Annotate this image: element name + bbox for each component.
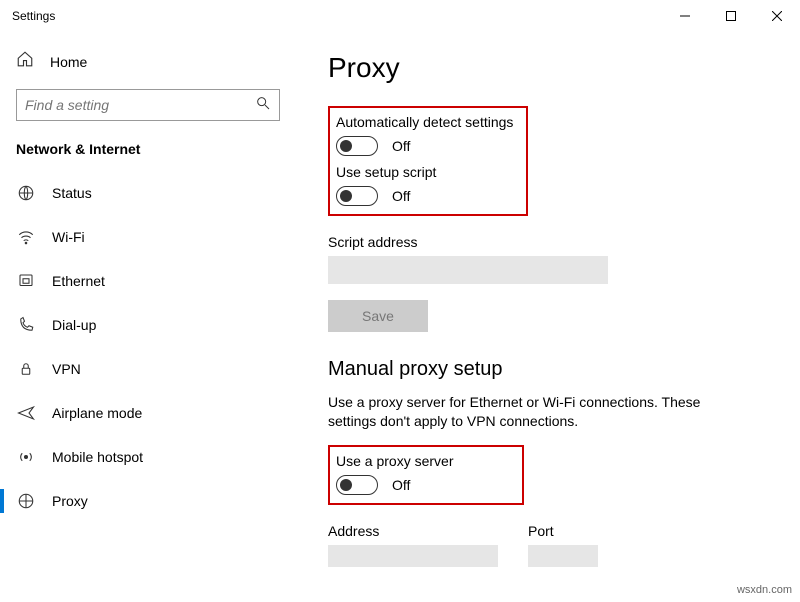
sidebar-item-label: Status [52,185,92,201]
vpn-icon [16,360,36,378]
port-label: Port [528,523,598,539]
auto-proxy-highlight: Automatically detect settings Off Use se… [328,106,528,216]
auto-detect-state: Off [392,138,410,154]
sidebar-item-label: Proxy [52,493,88,509]
watermark: wsxdn.com [737,584,792,596]
auto-detect-toggle[interactable] [336,136,378,156]
titlebar: Settings [0,0,800,32]
phone-icon [16,316,36,334]
category-header: Network & Internet [0,133,300,171]
window-title: Settings [12,9,662,23]
ethernet-icon [16,272,36,290]
setup-script-state: Off [392,188,410,204]
setup-script-label: Use setup script [336,164,516,180]
sidebar-item-dialup[interactable]: Dial-up [0,303,300,347]
manual-section-desc: Use a proxy server for Ethernet or Wi-Fi… [328,393,748,431]
use-proxy-state: Off [392,477,410,493]
home-label: Home [50,54,87,70]
sidebar-item-label: Wi-Fi [52,229,85,245]
use-proxy-label: Use a proxy server [336,453,512,469]
use-proxy-toggle[interactable] [336,475,378,495]
auto-detect-label: Automatically detect settings [336,114,516,130]
manual-proxy-highlight: Use a proxy server Off [328,445,524,505]
script-address-label: Script address [328,234,772,250]
hotspot-icon [16,448,36,466]
minimize-button[interactable] [662,0,708,32]
setup-script-toggle[interactable] [336,186,378,206]
home-icon [16,50,34,73]
save-button[interactable]: Save [328,300,428,332]
script-address-input[interactable] [328,256,608,284]
sidebar-item-airplane[interactable]: Airplane mode [0,391,300,435]
proxy-icon [16,492,36,510]
port-input[interactable] [528,545,598,567]
sidebar-item-label: Ethernet [52,273,105,289]
sidebar: Home Network & Internet Status Wi-Fi E [0,32,300,602]
sidebar-item-hotspot[interactable]: Mobile hotspot [0,435,300,479]
search-field[interactable] [25,97,255,113]
home-nav[interactable]: Home [0,40,300,83]
sidebar-item-label: Airplane mode [52,405,142,421]
globe-icon [16,184,36,202]
search-icon [255,95,271,116]
search-input[interactable] [16,89,280,121]
sidebar-item-label: VPN [52,361,81,377]
main-content: Proxy Automatically detect settings Off … [300,32,800,602]
close-button[interactable] [754,0,800,32]
wifi-icon [16,228,36,246]
page-title: Proxy [328,52,772,84]
window-controls [662,0,800,32]
sidebar-item-label: Dial-up [52,317,96,333]
address-label: Address [328,523,498,539]
sidebar-item-proxy[interactable]: Proxy [0,479,300,523]
sidebar-item-status[interactable]: Status [0,171,300,215]
sidebar-item-vpn[interactable]: VPN [0,347,300,391]
address-input[interactable] [328,545,498,567]
maximize-button[interactable] [708,0,754,32]
manual-section-title: Manual proxy setup [328,358,772,381]
airplane-icon [16,404,36,422]
sidebar-item-label: Mobile hotspot [52,449,143,465]
sidebar-item-ethernet[interactable]: Ethernet [0,259,300,303]
sidebar-item-wifi[interactable]: Wi-Fi [0,215,300,259]
